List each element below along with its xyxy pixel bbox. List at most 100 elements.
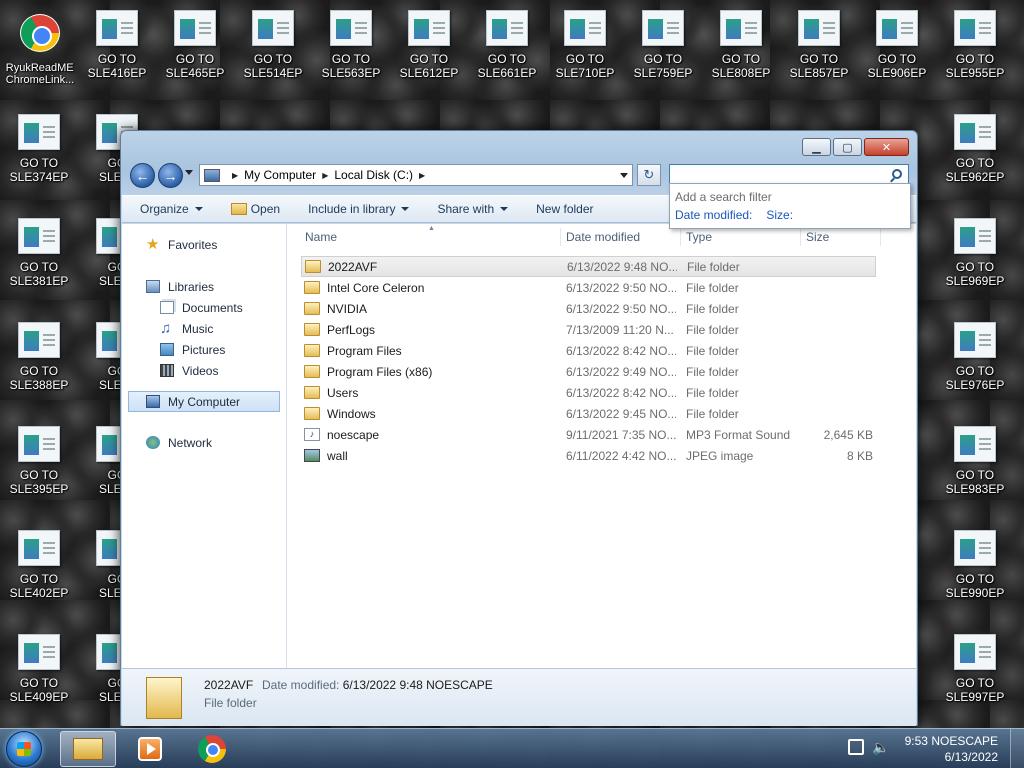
open-button[interactable]: Open bbox=[230, 202, 281, 216]
maximize-button[interactable]: ▢ bbox=[833, 138, 862, 156]
refresh-icon: ↻ bbox=[643, 167, 655, 182]
shortcut-icon bbox=[18, 426, 60, 462]
organize-button[interactable]: Organize bbox=[140, 202, 203, 216]
breadcrumb-chevron-icon[interactable]: ▶ bbox=[322, 171, 328, 180]
desktop-shortcut[interactable]: GO TO SLE395EP bbox=[4, 416, 74, 512]
new-folder-button[interactable]: New folder bbox=[536, 202, 593, 216]
desktop-shortcut[interactable]: GO TO SLE990EP bbox=[940, 520, 1010, 616]
desktop-shortcut[interactable]: GO TO SLE976EP bbox=[940, 312, 1010, 408]
nav-item-favorites[interactable]: ★ Favorites bbox=[122, 234, 286, 255]
desktop-shortcut[interactable]: GO TO SLE388EP bbox=[4, 312, 74, 408]
date-modified-filter-link[interactable]: Date modified: bbox=[675, 208, 752, 222]
desktop-shortcut[interactable]: GO TO SLE808EP bbox=[706, 0, 776, 96]
taskbar-chrome[interactable] bbox=[184, 731, 240, 767]
network-tray-icon[interactable] bbox=[848, 739, 864, 755]
desktop-shortcut[interactable]: GO TO SLE563EP bbox=[316, 0, 386, 96]
file-row[interactable]: 2022AVF 6/13/2022 9:48 NO... File folder bbox=[301, 256, 876, 277]
address-bar[interactable]: ▶ My Computer ▶ Local Disk (C:) ▶ bbox=[199, 164, 633, 186]
desktop-shortcut[interactable]: GO TO SLE983EP bbox=[940, 416, 1010, 512]
file-row[interactable]: Windows 6/13/2022 9:45 NO... File folder bbox=[301, 403, 876, 424]
desktop-shortcut[interactable]: GO TO SLE906EP bbox=[862, 0, 932, 96]
column-header-date[interactable]: Date modified bbox=[566, 230, 640, 244]
search-input[interactable] bbox=[676, 168, 876, 182]
minimize-button[interactable]: ▁ bbox=[802, 138, 831, 156]
column-header-size[interactable]: Size bbox=[806, 230, 829, 244]
file-row[interactable]: Program Files (x86) 6/13/2022 9:49 NO... F… bbox=[301, 361, 876, 382]
nav-item-pictures[interactable]: Pictures bbox=[122, 339, 286, 360]
breadcrumb-local-disk[interactable]: Local Disk (C:) bbox=[334, 168, 413, 182]
show-desktop-button[interactable] bbox=[1010, 729, 1024, 768]
desktop-shortcut[interactable]: GO TO SLE962EP bbox=[940, 104, 1010, 200]
file-name: NVIDIA bbox=[327, 301, 368, 316]
desktop-shortcut[interactable]: GO TO SLE409EP bbox=[4, 624, 74, 720]
clock[interactable]: 9:53 NOESCAPE 6/13/2022 bbox=[905, 733, 998, 765]
desktop-shortcut[interactable]: GO TO SLE969EP bbox=[940, 208, 1010, 304]
nav-item-label: Videos bbox=[182, 363, 219, 378]
refresh-button[interactable]: ↻ bbox=[637, 164, 661, 186]
address-dropdown-icon[interactable] bbox=[620, 173, 628, 178]
details-type: File folder bbox=[204, 696, 257, 710]
shortcut-icon bbox=[18, 322, 60, 358]
file-row[interactable]: ♪ noescape 9/11/2021 7:35 NO... MP3 Format … bbox=[301, 424, 876, 445]
breadcrumb-chevron-icon[interactable]: ▶ bbox=[419, 171, 425, 180]
desktop-shortcut[interactable]: GO TO SLE710EP bbox=[550, 0, 620, 96]
breadcrumb-chevron-icon[interactable]: ▶ bbox=[232, 171, 238, 180]
desktop-shortcut[interactable]: GO TO SLE465EP bbox=[160, 0, 230, 96]
media-player-icon bbox=[138, 737, 162, 761]
computer-icon bbox=[146, 395, 160, 408]
desktop-shortcut[interactable]: GO TO SLE997EP bbox=[940, 624, 1010, 720]
nav-item-my-computer[interactable]: My Computer bbox=[128, 391, 280, 412]
nav-item-videos[interactable]: Videos bbox=[122, 360, 286, 381]
file-type: File folder bbox=[686, 406, 739, 421]
desktop-shortcut[interactable]: GO TO SLE955EP bbox=[940, 0, 1010, 96]
size-filter-link[interactable]: Size: bbox=[766, 208, 793, 222]
shortcut-icon bbox=[252, 10, 294, 46]
nav-item-network[interactable]: Network bbox=[122, 432, 286, 453]
file-name: PerfLogs bbox=[327, 322, 376, 337]
share-with-button[interactable]: Share with bbox=[437, 202, 509, 216]
file-row[interactable]: Users 6/13/2022 8:42 NO... File folder bbox=[301, 382, 876, 403]
desktop-shortcut[interactable]: GO TO SLE416EP bbox=[82, 0, 152, 96]
close-button[interactable]: ✕ bbox=[864, 138, 909, 156]
forward-button[interactable]: → bbox=[158, 163, 183, 188]
file-row[interactable]: wall 6/11/2022 4:42 NO... JPEG image 8 KB bbox=[301, 445, 876, 466]
file-row[interactable]: PerfLogs 7/13/2009 11:20 N... File folder bbox=[301, 319, 876, 340]
start-button[interactable] bbox=[6, 731, 42, 767]
shortcut-icon bbox=[174, 10, 216, 46]
nav-item-libraries[interactable]: Libraries bbox=[122, 276, 286, 297]
file-row[interactable]: Intel Core Celeron 6/13/2022 9:50 NO... Fi… bbox=[301, 277, 876, 298]
file-row[interactable]: NVIDIA 6/13/2022 9:50 NO... File folder bbox=[301, 298, 876, 319]
system-tray: 🔈 bbox=[848, 739, 889, 755]
file-name: noescape bbox=[327, 427, 380, 442]
desktop-shortcut[interactable]: GO TO SLE402EP bbox=[4, 520, 74, 616]
shortcut-icon bbox=[954, 10, 996, 46]
back-button[interactable]: ← bbox=[130, 163, 155, 188]
taskbar-media-player[interactable] bbox=[122, 731, 178, 767]
desktop-icon-label: GO TO SLE612EP bbox=[399, 52, 459, 80]
desktop-shortcut[interactable]: GO TO SLE759EP bbox=[628, 0, 698, 96]
column-header-type[interactable]: Type bbox=[686, 230, 712, 244]
desktop-chrome-shortcut[interactable]: RyukReadME ChromeLink... bbox=[6, 6, 74, 86]
volume-icon[interactable]: 🔈 bbox=[872, 739, 889, 755]
desktop-shortcut[interactable]: GO TO SLE661EP bbox=[472, 0, 542, 96]
search-icon[interactable] bbox=[892, 169, 902, 179]
desktop-shortcut[interactable]: GO TO SLE514EP bbox=[238, 0, 308, 96]
file-row[interactable]: Program Files 6/13/2022 8:42 NO... File fo… bbox=[301, 340, 876, 361]
taskbar-explorer[interactable] bbox=[60, 731, 116, 767]
shortcut-icon bbox=[954, 322, 996, 358]
open-label: Open bbox=[250, 202, 281, 216]
nav-item-documents[interactable]: Documents bbox=[122, 297, 286, 318]
desktop-shortcut[interactable]: GO TO SLE381EP bbox=[4, 208, 74, 304]
column-header-name[interactable]: Name bbox=[305, 230, 337, 244]
include-in-library-button[interactable]: Include in library bbox=[308, 202, 410, 216]
folder-icon bbox=[304, 407, 320, 420]
desktop-shortcut[interactable]: GO TO SLE857EP bbox=[784, 0, 854, 96]
breadcrumb-my-computer[interactable]: My Computer bbox=[244, 168, 316, 182]
desktop-icon-label: GO TO SLE381EP bbox=[9, 260, 69, 288]
recent-pages-chevron-icon[interactable] bbox=[185, 170, 193, 175]
file-size: 8 KB bbox=[846, 448, 873, 463]
desktop-shortcut[interactable]: GO TO SLE374EP bbox=[4, 104, 74, 200]
desktop-shortcut[interactable]: GO TO SLE612EP bbox=[394, 0, 464, 96]
nav-item-music[interactable]: ♫ Music bbox=[122, 318, 286, 339]
sort-ascending-icon: ▲ bbox=[428, 225, 435, 232]
